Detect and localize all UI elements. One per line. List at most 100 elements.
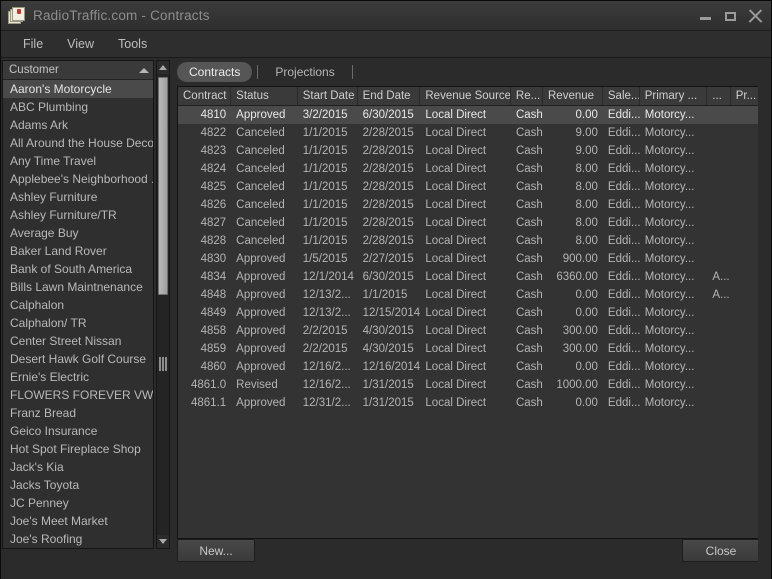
grid-row[interactable]: 4849 Approved 12/13/2... 12/15/2014 Local Di… bbox=[178, 304, 759, 322]
grid-cell bbox=[707, 160, 730, 178]
customer-list-item[interactable]: Calphalon bbox=[3, 296, 153, 314]
customer-list-item[interactable]: Applebee's Neighborhood ... bbox=[3, 170, 153, 188]
application-window: RadioTraffic.com - Contracts File View T… bbox=[0, 0, 772, 579]
grid-cell: Cash bbox=[515, 361, 543, 373]
grid-column-header[interactable]: End Date bbox=[358, 87, 421, 105]
grid-row[interactable]: 4858 Approved 2/2/2015 4/30/2015 Local Direc… bbox=[178, 322, 759, 340]
tab-contracts[interactable]: Contracts bbox=[177, 62, 253, 82]
customer-list-item[interactable]: Ernie's Electric bbox=[3, 368, 153, 386]
customer-list-item[interactable]: Any Time Travel bbox=[3, 152, 153, 170]
grid-cell: Approved bbox=[236, 109, 286, 121]
grid-row[interactable]: 4830 Approved 1/5/2015 2/27/2015 Local Direc… bbox=[178, 250, 759, 268]
grid-body[interactable]: 4810 Approved 3/2/2015 6/30/2015 Local Direc… bbox=[178, 106, 759, 412]
grid-column-header[interactable]: Re... bbox=[511, 87, 543, 105]
customer-list-item[interactable]: JC Penney bbox=[3, 494, 153, 512]
grid-column-header[interactable]: Contract bbox=[178, 87, 232, 105]
grid-cell: Eddi... bbox=[607, 307, 640, 319]
menu-tools[interactable]: Tools bbox=[106, 33, 159, 55]
customer-list-item[interactable]: Jacks Toyota bbox=[3, 476, 153, 494]
splitter-grip-icon[interactable] bbox=[159, 356, 167, 372]
grid-row[interactable]: 4828 Canceled 1/1/2015 2/28/2015 Local Direc… bbox=[178, 232, 759, 250]
customer-vertical-scrollbar[interactable] bbox=[156, 60, 170, 549]
grid-cell: Eddi... bbox=[607, 361, 640, 373]
grid-cell: 2/28/2015 bbox=[362, 127, 414, 139]
customer-list-item[interactable]: Ashley Furniture/TR bbox=[3, 206, 153, 224]
menu-view[interactable]: View bbox=[55, 33, 106, 55]
grid-cell bbox=[731, 196, 759, 214]
new-button[interactable]: New... bbox=[177, 539, 255, 562]
contracts-grid[interactable]: Contract Status Start Date End Date Revenue … bbox=[177, 86, 760, 539]
grid-cell: 4828 bbox=[200, 235, 227, 247]
grid-cell: Cash bbox=[515, 271, 543, 283]
customer-list-item[interactable]: Center Street Nissan bbox=[3, 332, 153, 350]
grid-cell: 4860 bbox=[200, 361, 227, 373]
customer-list-item[interactable]: Baker Land Rover bbox=[3, 242, 153, 260]
grid-cell: 4810 bbox=[200, 109, 227, 121]
grid-column-header[interactable]: Revenue Source bbox=[420, 87, 511, 105]
customer-list-item[interactable]: All Around the House Decor bbox=[3, 134, 153, 152]
grid-row[interactable]: 4823 Canceled 1/1/2015 2/28/2015 Local Direc… bbox=[178, 142, 759, 160]
grid-cell: Local Direct bbox=[425, 181, 487, 193]
customer-list-item[interactable]: Jack's Kia bbox=[3, 458, 153, 476]
grid-row[interactable]: 4834 Approved 12/1/2014 6/30/2015 Local Dire… bbox=[178, 268, 759, 286]
grid-row[interactable]: 4822 Canceled 1/1/2015 2/28/2015 Local Direc… bbox=[178, 124, 759, 142]
grid-row[interactable]: 4824 Canceled 1/1/2015 2/28/2015 Local Direc… bbox=[178, 160, 759, 178]
customer-list-item[interactable]: Bank of South America bbox=[3, 260, 153, 278]
customer-list-item[interactable]: Aaron's Motorcycle bbox=[3, 80, 153, 98]
customer-list-item[interactable]: ABC Plumbing bbox=[3, 98, 153, 116]
grid-row[interactable]: 4826 Canceled 1/1/2015 2/28/2015 Local Direc… bbox=[178, 196, 759, 214]
minimize-button[interactable] bbox=[698, 9, 713, 24]
grid-cell: 2/28/2015 bbox=[362, 145, 414, 157]
title-bar[interactable]: RadioTraffic.com - Contracts bbox=[1, 1, 771, 31]
customer-list-item[interactable]: Joe's Meet Market bbox=[3, 512, 153, 530]
grid-row[interactable]: 4827 Canceled 1/1/2015 2/28/2015 Local Direc… bbox=[178, 214, 759, 232]
grid-cell: Cash bbox=[515, 217, 543, 229]
grid-column-header[interactable]: Status bbox=[231, 87, 298, 105]
scrollbar-track[interactable] bbox=[157, 74, 169, 535]
customer-list-item[interactable]: Adams Ark bbox=[3, 116, 153, 134]
grid-cell: Canceled bbox=[236, 235, 285, 247]
grid-column-header[interactable]: Pr... bbox=[731, 87, 759, 105]
grid-column-header[interactable]: Sale... bbox=[603, 87, 640, 105]
grid-row[interactable]: 4810 Approved 3/2/2015 6/30/2015 Local Direc… bbox=[178, 106, 759, 124]
customer-list-item[interactable]: Joe's Roofing bbox=[3, 530, 153, 548]
grid-row[interactable]: 4861.0 Revised 12/16/2... 1/31/2015 Local Di… bbox=[178, 376, 759, 394]
close-button[interactable] bbox=[748, 8, 763, 24]
grid-row[interactable]: 4859 Approved 2/2/2015 4/30/2015 Local Direc… bbox=[178, 340, 759, 358]
scroll-down-arrow-icon[interactable] bbox=[157, 535, 169, 548]
customer-list-item[interactable]: Ashley Furniture bbox=[3, 188, 153, 206]
grid-cell: 4830 bbox=[200, 253, 227, 265]
maximize-button[interactable] bbox=[723, 9, 738, 24]
grid-row[interactable]: 4861.1 Approved 12/31/2... 1/31/2015 Local D… bbox=[178, 394, 759, 412]
customer-column-header[interactable]: Customer bbox=[3, 61, 153, 80]
customer-list-item[interactable]: Calphalon/ TR bbox=[3, 314, 153, 332]
grid-column-header[interactable]: Revenue bbox=[543, 87, 603, 105]
tab-strip: Contracts Projections bbox=[177, 61, 358, 83]
grid-cell bbox=[731, 214, 759, 232]
grid-cell: Approved bbox=[236, 307, 286, 319]
grid-row[interactable]: 4848 Approved 12/13/2... 1/1/2015 Local Dire… bbox=[178, 286, 759, 304]
grid-cell: 1/1/2015 bbox=[302, 181, 348, 193]
grid-column-header[interactable]: Primary ... bbox=[640, 87, 708, 105]
customer-list-item[interactable]: Average Buy bbox=[3, 224, 153, 242]
customer-list-item[interactable]: FLOWERS FOREVER VW bbox=[3, 386, 153, 404]
grid-row[interactable]: 4860 Approved 12/16/2... 12/16/2014 Local Di… bbox=[178, 358, 759, 376]
close-dialog-button[interactable]: Close bbox=[682, 539, 760, 562]
grid-cell: Motorcy... bbox=[644, 235, 695, 247]
customer-list-item[interactable]: Bills Lawn Maintnenance bbox=[3, 278, 153, 296]
grid-cell: 2/28/2015 bbox=[362, 181, 414, 193]
customer-list-item[interactable]: Hot Spot Fireplace Shop bbox=[3, 440, 153, 458]
menu-file[interactable]: File bbox=[11, 33, 55, 55]
tab-projections[interactable]: Projections bbox=[263, 62, 346, 82]
customer-list-item[interactable]: Franz Bread bbox=[3, 404, 153, 422]
customer-list-item[interactable]: Geico Insurance bbox=[3, 422, 153, 440]
customer-list[interactable]: Aaron's Motorcycle ABC Plumbing Adams Ark A… bbox=[3, 80, 153, 548]
customer-list-item[interactable]: Desert Hawk Golf Course bbox=[3, 350, 153, 368]
scroll-up-arrow-icon[interactable] bbox=[157, 61, 169, 74]
grid-cell: 1/1/2015 bbox=[302, 145, 348, 157]
grid-column-header[interactable]: Start Date bbox=[298, 87, 358, 105]
grid-cell: A... bbox=[712, 271, 730, 283]
grid-row[interactable]: 4825 Canceled 1/1/2015 2/28/2015 Local Direc… bbox=[178, 178, 759, 196]
grid-column-header[interactable]: ... bbox=[707, 87, 731, 105]
scrollbar-thumb[interactable] bbox=[158, 77, 168, 295]
